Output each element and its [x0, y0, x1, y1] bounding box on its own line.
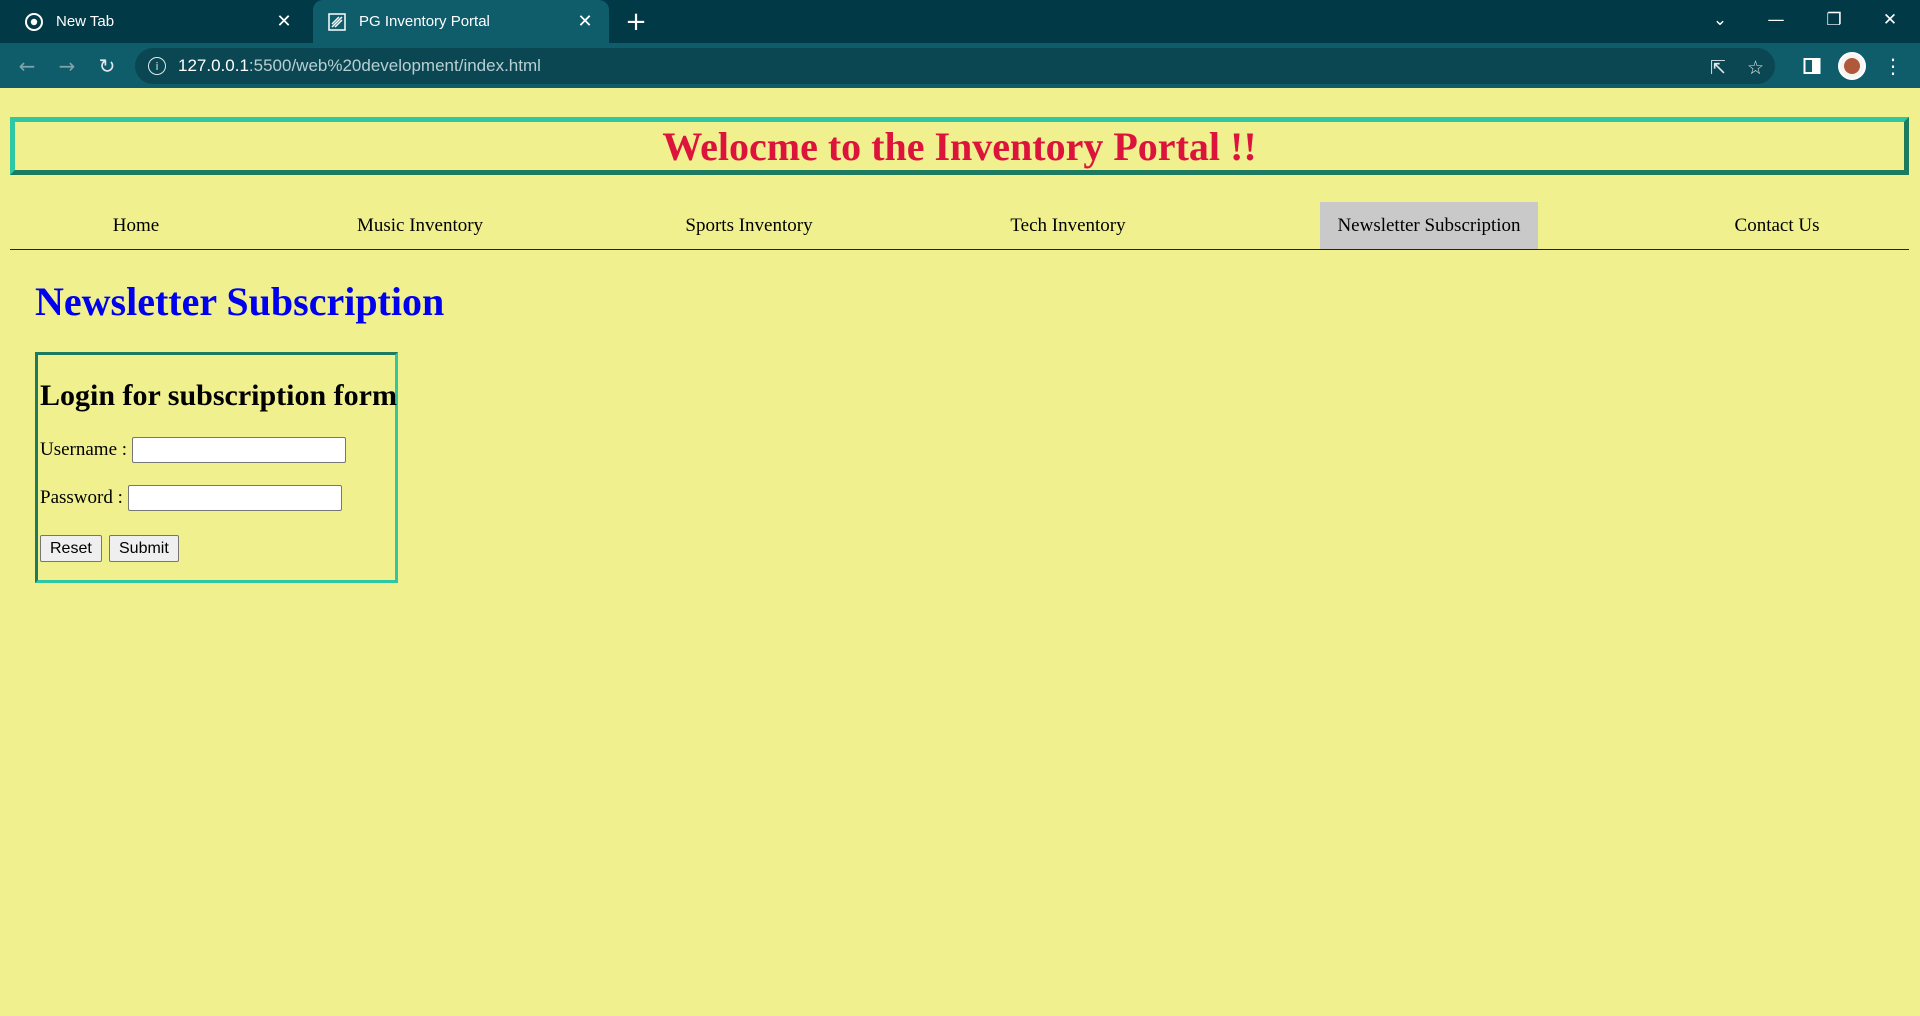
password-label: Password : [40, 487, 123, 508]
tab-search-chevron-icon[interactable]: ⌄ [1692, 0, 1748, 40]
nav-home[interactable]: Home [90, 202, 182, 249]
forward-icon[interactable]: → [50, 49, 84, 83]
avatar-face-icon [1844, 58, 1860, 74]
tab-title: PG Inventory Portal [359, 13, 490, 30]
nav-music-inventory[interactable]: Music Inventory [344, 202, 496, 249]
address-bar[interactable]: i 127.0.0.1:5500/web%20development/index… [135, 48, 1775, 84]
browser-tab-bar: New Tab ✕ PG Inventory Portal ✕ + ⌄ — ❐ … [0, 0, 1920, 43]
tab-new-tab[interactable]: New Tab ✕ [10, 0, 308, 43]
url-host: 127.0.0.1 [178, 56, 249, 75]
page-viewport: Welocme to the Inventory Portal !! Home … [0, 88, 1920, 1016]
page-favicon-icon [327, 12, 347, 32]
share-icon[interactable]: ⇱ [1710, 57, 1726, 79]
side-panel-icon[interactable] [1795, 49, 1829, 83]
tab-pg-inventory-portal[interactable]: PG Inventory Portal ✕ [313, 0, 609, 43]
password-input[interactable] [127, 485, 342, 511]
minimize-icon[interactable]: — [1748, 0, 1804, 40]
back-icon[interactable]: ← [10, 49, 44, 83]
submit-button[interactable]: Submit [109, 535, 179, 562]
section-title: Newsletter Subscription [35, 279, 445, 324]
close-tab-icon[interactable]: ✕ [272, 10, 296, 34]
close-window-icon[interactable]: ✕ [1862, 0, 1918, 40]
profile-avatar[interactable] [1838, 52, 1866, 80]
subscription-form: Login for subscription form Username : P… [35, 352, 398, 583]
browser-toolbar: ← → ↻ i 127.0.0.1:5500/web%20development… [0, 43, 1920, 88]
username-row: Username : [40, 437, 347, 463]
nav-sports-inventory[interactable]: Sports Inventory [674, 202, 824, 249]
form-title: Login for subscription form [40, 379, 397, 412]
reload-icon[interactable]: ↻ [90, 49, 124, 83]
nav-newsletter-subscription[interactable]: Newsletter Subscription [1320, 202, 1538, 249]
bookmark-star-icon[interactable]: ☆ [1747, 57, 1764, 79]
username-label: Username : [40, 439, 128, 460]
welcome-banner: Welocme to the Inventory Portal !! [10, 117, 1909, 175]
banner-heading: Welocme to the Inventory Portal !! [662, 123, 1257, 169]
reset-button[interactable]: Reset [40, 535, 102, 562]
menu-kebab-icon[interactable]: ⋮ [1876, 49, 1910, 83]
close-tab-icon[interactable]: ✕ [573, 10, 597, 34]
url-path: :5500/web%20development/index.html [248, 56, 541, 75]
new-tab-plus-icon[interactable]: + [622, 7, 650, 37]
site-info-icon[interactable]: i [148, 57, 166, 75]
restore-icon[interactable]: ❐ [1806, 0, 1862, 40]
nav-tech-inventory[interactable]: Tech Inventory [1000, 202, 1136, 249]
username-input[interactable] [132, 437, 347, 463]
tab-title: New Tab [56, 13, 115, 30]
nav-contact-us[interactable]: Contact Us [1720, 202, 1834, 249]
password-row: Password : [40, 485, 342, 511]
chrome-icon [24, 12, 44, 32]
main-nav: Home Music Inventory Sports Inventory Te… [10, 202, 1909, 250]
